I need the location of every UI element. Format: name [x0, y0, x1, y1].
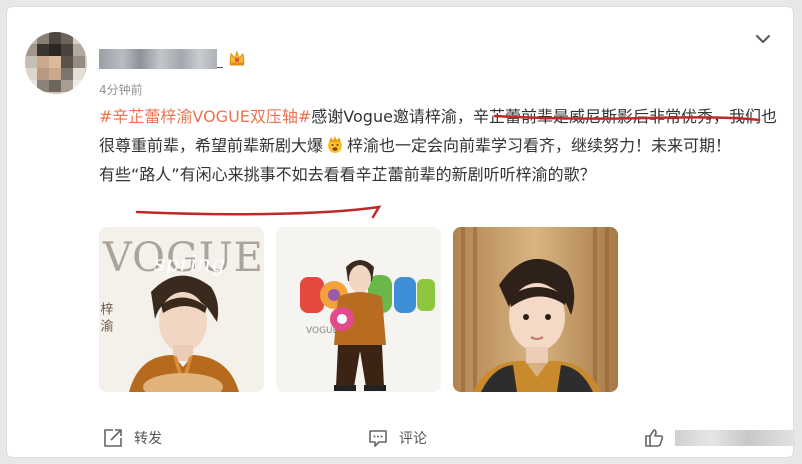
script-word: spring [154, 252, 225, 277]
photo-3[interactable] [453, 227, 618, 392]
repost-icon [102, 427, 124, 449]
repost-button[interactable]: 转发 [102, 427, 162, 449]
comment-label: 评论 [399, 431, 427, 447]
like-button[interactable] [643, 427, 795, 449]
repost-label: 转发 [134, 431, 162, 447]
cover-name: 梓 渝 [99, 302, 113, 333]
thumbs-up-icon [643, 427, 665, 449]
comment-button[interactable]: 评论 [367, 427, 427, 449]
photo-1[interactable]: VOGUE spring 梓 渝 [99, 227, 264, 392]
comment-icon [367, 427, 389, 449]
post-card: 4分钟前 #辛芷蕾梓渝VOGUE双压轴#感谢Vogue邀请梓渝，辛芷蕾前辈是威尼… [6, 6, 795, 459]
red-underline-annotations [135, 114, 761, 219]
photo-2[interactable]: VOGUE [276, 227, 441, 392]
like-count-redacted [675, 430, 795, 446]
action-bar: 转发 评论 [7, 419, 795, 459]
